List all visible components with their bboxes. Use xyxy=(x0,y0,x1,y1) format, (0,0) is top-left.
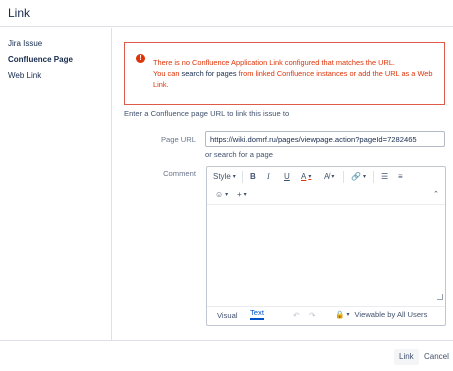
error-message: ! There is no Confluence Application Lin… xyxy=(124,42,445,105)
emoji-icon: ☺ xyxy=(215,190,224,199)
search-for-pages-link[interactable]: search for pages xyxy=(182,69,237,78)
search-page-link[interactable]: or search for a page xyxy=(205,150,273,159)
collapse-toolbar-button[interactable]: ⌃ xyxy=(433,190,439,198)
comment-label: Comment xyxy=(163,169,196,178)
style-label: Style xyxy=(213,172,231,181)
chevron-down-icon: ▾ xyxy=(243,192,247,198)
numbered-list-icon: ≡ xyxy=(398,172,403,181)
toolbar-divider xyxy=(373,171,374,183)
text-color-button[interactable]: A ▾ xyxy=(301,172,311,181)
style-dropdown[interactable]: Style ▾ xyxy=(213,172,236,181)
text-color-label: A xyxy=(301,172,307,181)
error-line1: There is no Confluence Application Link … xyxy=(153,58,395,67)
tab-text[interactable]: Text xyxy=(250,308,264,320)
chevron-down-icon: ▾ xyxy=(232,174,236,180)
main-panel: ! There is no Confluence Application Lin… xyxy=(112,28,453,340)
undo-icon[interactable]: ↶ xyxy=(293,311,300,320)
double-chevron-up-icon: ⌃ xyxy=(433,191,439,198)
redo-icon[interactable]: ↷ xyxy=(309,311,316,320)
bullet-list-button[interactable]: ☰ xyxy=(381,172,388,181)
page-url-label: Page URL xyxy=(160,135,196,144)
dialog-title: Link xyxy=(8,6,31,20)
comment-editor: Style ▾ B I U A ▾ A̸ ▾ 🔗 ▾ ☰ ≡ ☺ ▾ + ▾ ⌃ Visua… xyxy=(206,166,446,326)
lock-icon: 🔒 xyxy=(335,310,345,319)
nav-item-confluence-page[interactable]: Confluence Page xyxy=(8,55,73,64)
dialog-header: Link xyxy=(0,0,453,27)
link-button[interactable]: 🔗 ▾ xyxy=(351,172,366,181)
visibility-label: Viewable by All Users xyxy=(354,310,428,319)
link-type-nav: Jira Issue Confluence Page Web Link xyxy=(0,28,112,340)
link-button[interactable]: Link xyxy=(394,349,419,365)
visibility-dropdown[interactable]: 🔒 ▾ Viewable by All Users xyxy=(335,310,427,319)
emoji-button[interactable]: ☺ ▾ xyxy=(215,190,228,199)
italic-button[interactable]: I xyxy=(267,172,270,181)
nav-item-web-link[interactable]: Web Link xyxy=(8,71,41,80)
page-url-input[interactable] xyxy=(205,131,445,147)
cancel-button[interactable]: Cancel xyxy=(424,349,449,365)
resize-handle-icon[interactable] xyxy=(437,294,443,300)
more-formatting-button[interactable]: A̸ ▾ xyxy=(324,172,334,181)
error-prefix: You can xyxy=(153,69,182,78)
formatting-icon: A̸ xyxy=(324,172,330,181)
error-mid: from linked Confluence instances or xyxy=(236,69,359,78)
numbered-list-button[interactable]: ≡ xyxy=(398,172,403,181)
chevron-down-icon: ▾ xyxy=(308,174,312,180)
error-text: There is no Confluence Application Link … xyxy=(153,57,437,90)
nav-item-jira-issue[interactable]: Jira Issue xyxy=(8,39,42,48)
comment-textarea[interactable] xyxy=(207,206,445,304)
error-icon: ! xyxy=(136,54,145,63)
plus-icon: + xyxy=(237,190,242,199)
chevron-down-icon: ▾ xyxy=(331,174,335,180)
editor-toolbar: Style ▾ B I U A ▾ A̸ ▾ 🔗 ▾ ☰ ≡ ☺ ▾ + ▾ ⌃ xyxy=(207,167,445,205)
chevron-down-icon: ▾ xyxy=(362,174,366,180)
bullet-list-icon: ☰ xyxy=(381,172,389,181)
tab-visual[interactable]: Visual xyxy=(217,311,238,320)
editor-footer: Visual Text ↶ ↷ 🔒 ▾ Viewable by All User… xyxy=(207,306,445,325)
chevron-down-icon: ▾ xyxy=(225,192,229,198)
error-suffix: . xyxy=(166,80,169,89)
link-icon: 🔗 xyxy=(351,172,361,181)
toolbar-divider xyxy=(242,171,243,183)
chevron-down-icon: ▾ xyxy=(346,312,350,318)
underline-button[interactable]: U xyxy=(284,172,290,181)
dialog-footer: Link Cancel xyxy=(0,340,453,371)
toolbar-divider xyxy=(343,171,344,183)
bold-button[interactable]: B xyxy=(250,172,256,181)
page-url-hint: Enter a Confluence page URL to link this… xyxy=(124,109,290,118)
insert-more-button[interactable]: + ▾ xyxy=(237,190,247,199)
